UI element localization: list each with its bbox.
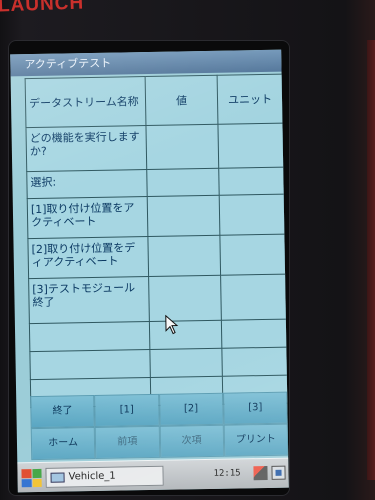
row-value-cell [149, 320, 222, 350]
table-row[interactable] [29, 319, 287, 352]
mouse-cursor-icon [165, 314, 179, 335]
row-name-cell[interactable] [29, 321, 150, 352]
row-unit-cell [219, 234, 286, 276]
print-button[interactable]: プリント [223, 423, 289, 457]
row-name-cell[interactable]: 選択: [26, 169, 148, 199]
data-stream-table: データストリーム名称 値 ユニット どの機能を実行しますか? 選択: [1]取り… [25, 74, 289, 408]
table-row[interactable]: [3]テストモジュール終了 [28, 274, 287, 324]
diagnostic-device: LAUNCH アクティブテスト データストリーム名称 値 ユニット どの機能を実… [0, 0, 375, 500]
row-value-cell [147, 235, 221, 277]
row-value-cell [148, 275, 222, 322]
home-button[interactable]: ホーム [30, 426, 96, 461]
row-unit-cell [221, 319, 287, 349]
row-name-cell[interactable]: どの機能を実行しますか? [25, 125, 147, 172]
option-3-button[interactable]: [3] [222, 391, 288, 425]
table-row[interactable] [29, 347, 288, 380]
row-value-cell [149, 348, 223, 378]
row-unit-cell [217, 123, 284, 169]
row-name-cell[interactable]: [3]テストモジュール終了 [28, 276, 150, 324]
screen: アクティブテスト データストリーム名称 値 ユニット どの機能を実行しますか? … [10, 49, 289, 493]
taskbar-app-button[interactable]: Vehicle_1 [45, 465, 164, 488]
desktop-tray-icon[interactable] [271, 465, 286, 480]
row-unit-cell [220, 274, 287, 321]
row-name-cell[interactable]: [2]取り付け位置をディアクティベート [27, 236, 149, 279]
table-row[interactable]: [1]取り付け位置をアクティベート [27, 194, 285, 239]
navigation-button-row: ホーム 前項 次項 プリント [30, 423, 289, 461]
row-unit-cell [218, 167, 285, 196]
exit-button[interactable]: 終了 [30, 394, 95, 429]
windows-start-icon[interactable] [21, 468, 42, 488]
taskbar: Vehicle_1 12:15 [17, 457, 289, 493]
option-2-button[interactable]: [2] [158, 392, 224, 426]
window-title: アクティブテスト [10, 49, 282, 77]
column-header-name: データストリーム名称 [25, 76, 146, 128]
table-row[interactable]: [2]取り付け位置をディアクティベート [27, 234, 286, 279]
row-name-cell[interactable]: [1]取り付け位置をアクティベート [27, 196, 148, 239]
device-edge [367, 40, 375, 480]
clock: 12:15 [213, 468, 241, 479]
table-header-row: データストリーム名称 値 ユニット [25, 74, 283, 128]
function-button-row: 終了 [1] [2] [3] [30, 391, 288, 429]
network-tray-icon[interactable] [253, 465, 268, 481]
option-1-button[interactable]: [1] [94, 393, 160, 427]
next-page-button[interactable]: 次項 [159, 424, 225, 458]
table-row[interactable]: どの機能を実行しますか? [25, 123, 284, 172]
row-value-cell [145, 124, 219, 170]
window-icon [50, 472, 65, 483]
taskbar-app-label: Vehicle_1 [68, 470, 116, 483]
row-value-cell [146, 168, 220, 197]
column-header-unit: ユニット [217, 74, 283, 125]
row-unit-cell [219, 194, 285, 236]
row-unit-cell [221, 347, 288, 377]
row-name-cell[interactable] [29, 349, 151, 380]
brand-logo: LAUNCH [0, 0, 85, 17]
row-value-cell [147, 195, 220, 237]
previous-page-button[interactable]: 前項 [94, 425, 160, 459]
column-header-value: 値 [145, 75, 218, 126]
